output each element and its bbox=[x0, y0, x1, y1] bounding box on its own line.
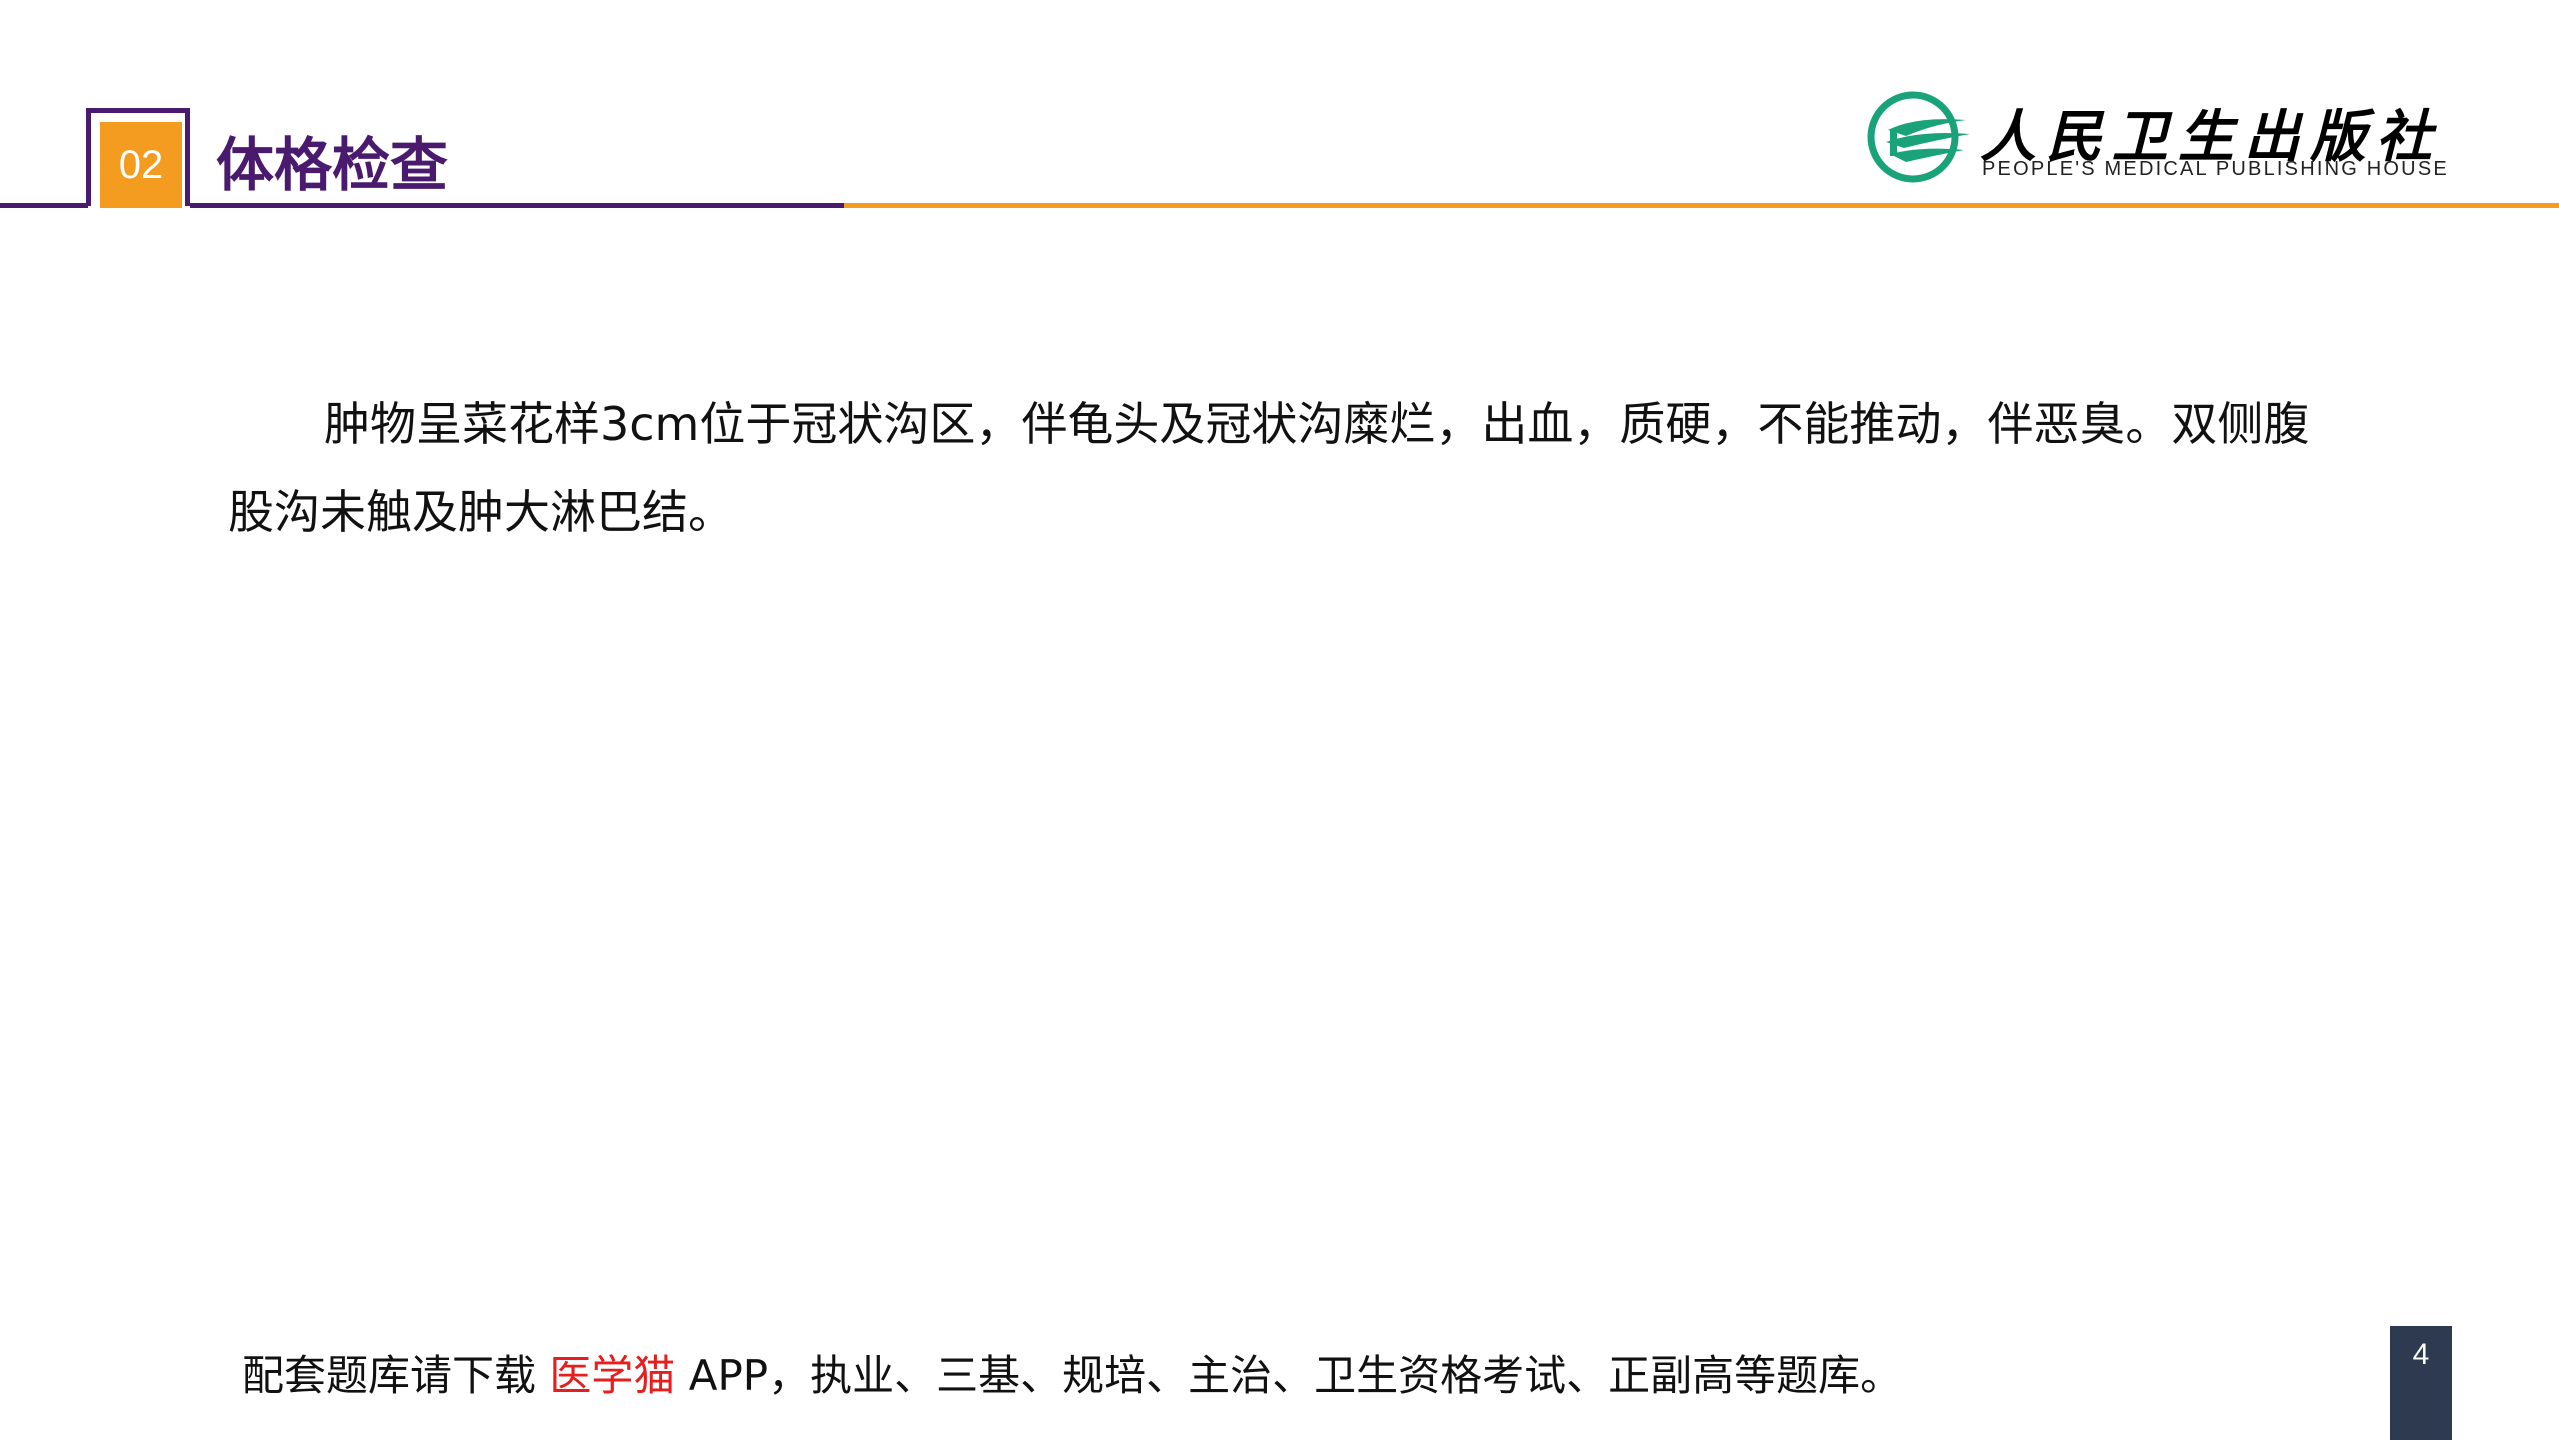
publisher-logo-icon bbox=[1867, 91, 1970, 183]
page-number-badge: 4 bbox=[2390, 1326, 2452, 1440]
section-number: 02 bbox=[118, 142, 164, 187]
publisher-name-en: PEOPLE'S MEDICAL PUBLISHING HOUSE bbox=[1982, 158, 2449, 180]
slide: 02 体格检查 人民卫生出版社 PEOPLE'S MEDICAL PUBLISH… bbox=[0, 0, 2559, 1440]
page-number: 4 bbox=[2412, 1338, 2430, 1371]
footer-app-brand: 医学猫 bbox=[549, 1351, 676, 1400]
header-rule-orange bbox=[844, 203, 2559, 208]
header-rule-purple bbox=[190, 203, 844, 208]
exam-findings-paragraph: 肿物呈菜花样3cm位于冠状沟区，伴龟头及冠状沟糜烂，出血，质硬，不能推动，伴恶臭… bbox=[228, 397, 2310, 539]
footer-prefix: 配套题库请下载 bbox=[242, 1351, 550, 1400]
footer-note: 配套题库请下载 医学猫 APP，执业、三基、规培、主治、卫生资格考试、正副高等题… bbox=[242, 1342, 1902, 1403]
footer-suffix: APP，执业、三基、规培、主治、卫生资格考试、正副高等题库。 bbox=[675, 1351, 1903, 1400]
header-rule-left bbox=[0, 203, 88, 208]
section-number-badge: 02 bbox=[100, 122, 182, 208]
section-title: 体格检查 bbox=[216, 131, 449, 199]
